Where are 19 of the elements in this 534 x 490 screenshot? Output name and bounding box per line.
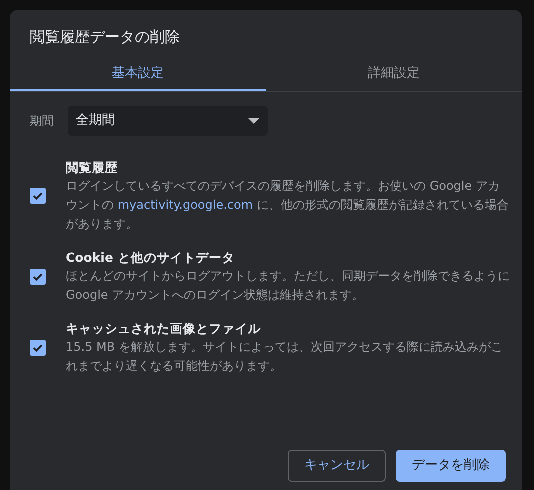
option-title: 閲覧履歴 [66,159,119,177]
checkbox[interactable] [30,268,46,284]
checkbox[interactable] [30,340,46,356]
activity-link[interactable]: myactivity.google.com [118,198,254,212]
checkmark-icon [32,190,44,202]
option-description: 15.5 MB を解放します。サイトによっては、次回アクセスする際に読み込みがこれまでより遅くなる可能性があります。 [66,339,504,375]
option-title: Cookie と他のサイトデータ [66,249,236,267]
dialog-title: 閲覧履歴データの削除 [29,27,181,47]
checkbox[interactable] [30,188,46,204]
period-label: 期間 [30,113,55,130]
period-dropdown[interactable]: 全期間 [68,106,268,136]
option-description: ほとんどのサイトからログアウトします。ただし、同期データを削除できるように Google アカウントへのログイン状態は維持されます。 [66,268,510,304]
option-description: ログインしているすべてのデバイスの履歴を削除します。お使いの Google アカウントの myactivity.google.com に、他の形式の閲覧履歴が記録されている場合があります。 [66,178,510,233]
cancel-button[interactable]: キャンセル [288,450,386,482]
delete-button[interactable]: データを削除 [396,450,506,482]
caret-icon [248,118,260,124]
tab[interactable]: 詳細設定 [266,58,522,91]
tab[interactable]: 基本設定 [10,58,266,91]
option-title: キャッシュされた画像とファイル [66,320,262,338]
